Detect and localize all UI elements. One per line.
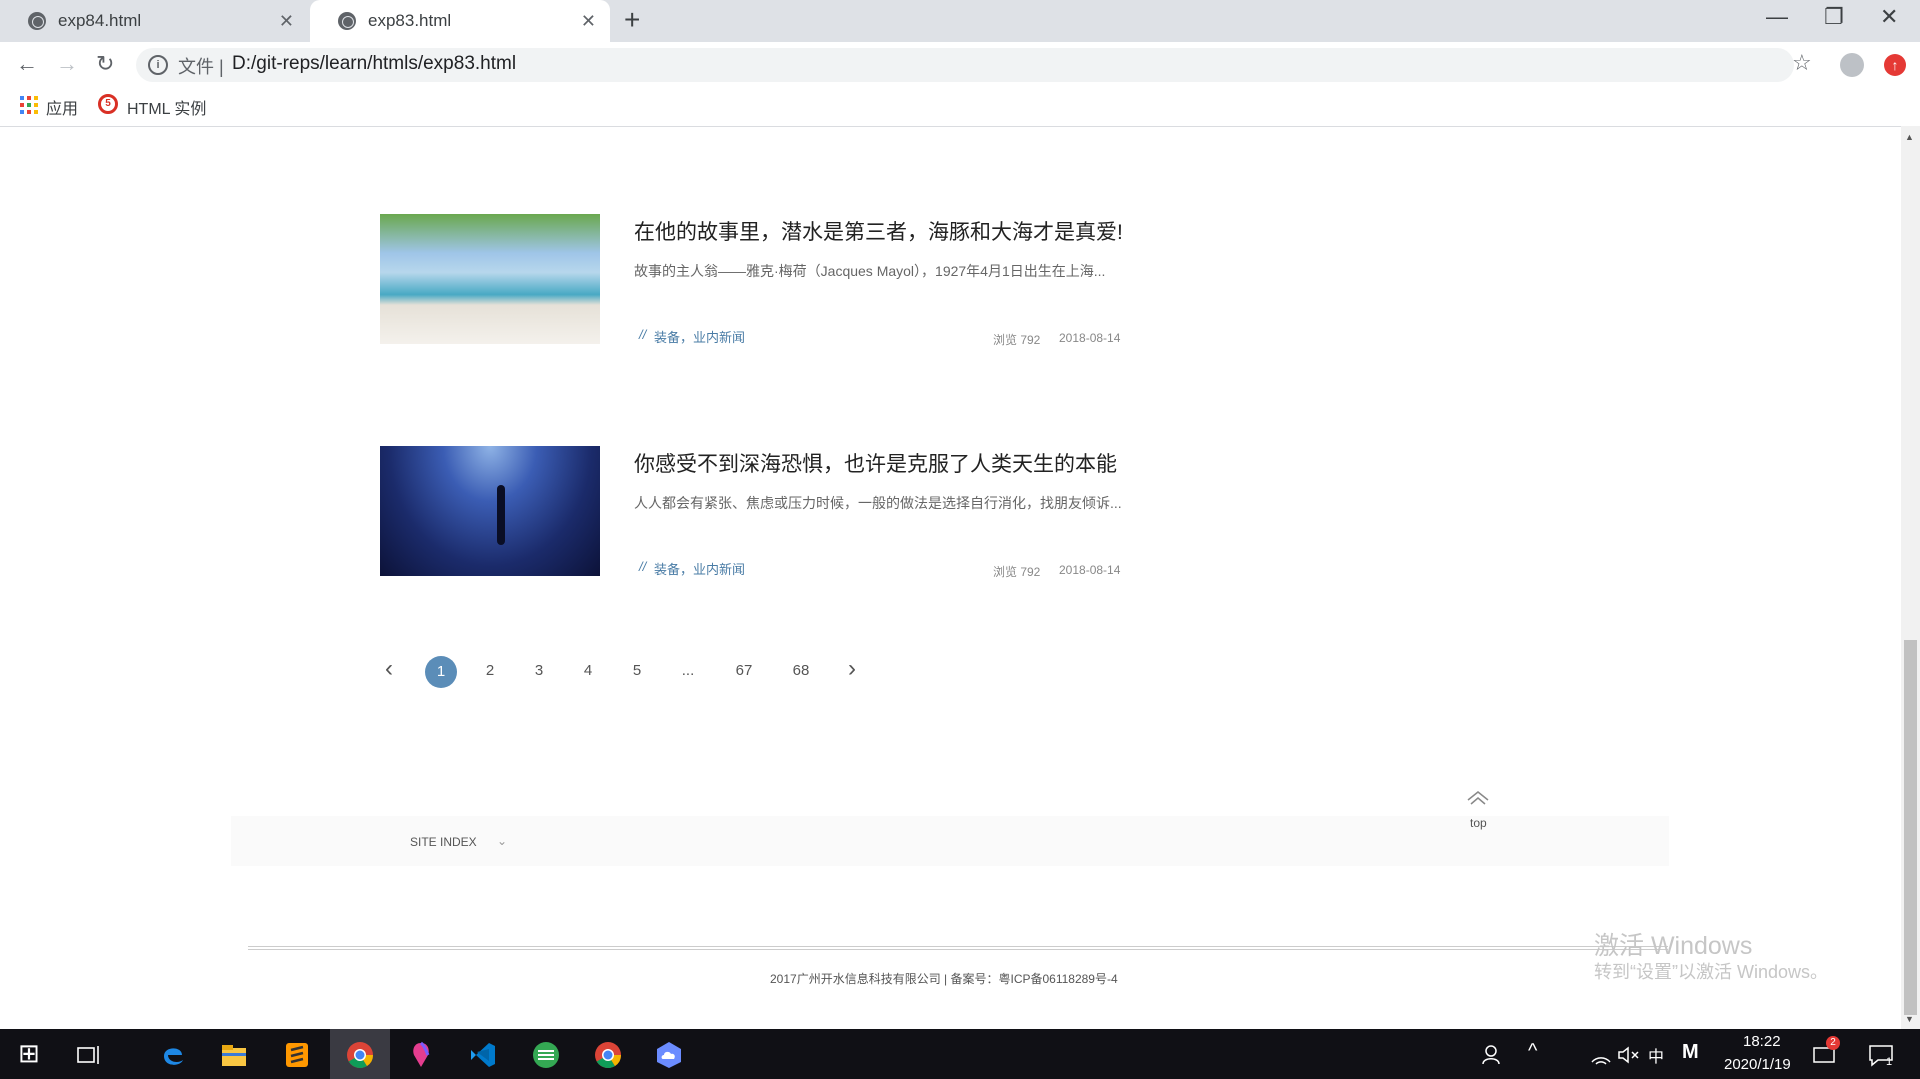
article-thumbnail-diver[interactable]	[380, 446, 600, 576]
bookmarks-bar	[0, 86, 1920, 127]
scroll-up-icon[interactable]: ▲	[1905, 132, 1914, 142]
volume-muted-icon[interactable]	[1614, 1040, 1644, 1070]
apps-grid-icon[interactable]	[20, 96, 38, 114]
chevron-down-icon[interactable]: ⌄	[497, 834, 507, 848]
edge-browser-icon[interactable]	[158, 1040, 188, 1070]
scrollbar-thumb[interactable]	[1904, 640, 1917, 1015]
forward-button[interactable]: →	[56, 51, 78, 77]
minimize-button[interactable]: —	[1766, 4, 1788, 30]
site-index-toggle[interactable]: SITE INDEX	[410, 835, 477, 849]
tab-title: exp83.html	[368, 11, 452, 30]
url-text[interactable]: D:/git-reps/learn/htmls/exp83.html	[232, 53, 516, 75]
clock-date[interactable]: 2020/1/19	[1724, 1056, 1791, 1073]
green-app-icon[interactable]	[531, 1040, 561, 1070]
html-logo-icon: 5	[98, 94, 118, 114]
bookmark-star-icon[interactable]: ☆	[1792, 50, 1812, 76]
file-explorer-icon[interactable]	[219, 1040, 249, 1070]
close-tab-icon[interactable]: ✕	[581, 11, 596, 32]
ime-indicator[interactable]: 中	[1648, 1043, 1664, 1067]
page-link[interactable]: 5	[622, 662, 652, 679]
copyright-text: 2017广州开水信息科技有限公司 | 备案号：粤ICP备06118289号-4	[770, 972, 1118, 986]
footer-divider	[248, 946, 1668, 950]
back-to-top-icon[interactable]	[1466, 790, 1490, 806]
info-icon[interactable]: i	[148, 55, 168, 75]
globe-icon	[28, 12, 46, 30]
scroll-down-icon[interactable]: ▼	[1905, 1014, 1914, 1024]
activation-watermark-subtitle: 转到“设置”以激活 Windows。	[1594, 962, 1829, 982]
page-active[interactable]: 1	[425, 656, 457, 688]
vscode-icon[interactable]	[468, 1040, 498, 1070]
article-tags[interactable]: 装备，业内新闻	[654, 559, 745, 578]
close-tab-icon[interactable]: ✕	[279, 11, 294, 32]
restore-button[interactable]: ❐	[1824, 4, 1844, 30]
article-date: 2018-08-14	[1059, 331, 1121, 345]
article-tags[interactable]: 装备，业内新闻	[654, 327, 745, 346]
article-thumbnail-beach[interactable]	[380, 214, 600, 344]
tag-icon: //	[639, 559, 647, 574]
article-summary: 人人都会有紧张、焦虑或压力时候，一般的做法是选择自行消化，找朋友倾诉...	[634, 495, 1122, 511]
reload-button[interactable]: ↻	[96, 51, 114, 77]
prev-page-icon[interactable]: ‹	[385, 655, 393, 683]
article-views: 浏览 792	[993, 565, 1041, 579]
activation-watermark-title: 激活 Windows	[1594, 932, 1753, 960]
globe-icon	[338, 12, 356, 30]
page-link[interactable]: 4	[573, 662, 603, 679]
cloud-app-icon[interactable]	[654, 1040, 684, 1070]
article-summary: 故事的主人翁——雅克·梅荷（Jacques Mayol），1927年4月1日出生…	[634, 263, 1106, 279]
maps-pin-icon[interactable]	[406, 1040, 436, 1070]
close-window-button[interactable]: ✕	[1880, 4, 1898, 30]
chrome-icon[interactable]	[345, 1040, 375, 1070]
tray-overflow-icon[interactable]: ^	[1528, 1040, 1537, 1063]
task-view-icon[interactable]	[74, 1040, 104, 1070]
article-views: 浏览 792	[993, 333, 1041, 347]
ime-mode-indicator[interactable]: M	[1682, 1041, 1699, 1064]
bookmark-html-examples[interactable]: HTML 实例	[127, 95, 206, 119]
chrome-icon[interactable]	[593, 1040, 623, 1070]
page-ellipsis: ...	[681, 662, 695, 679]
wifi-icon[interactable]	[1586, 1040, 1616, 1070]
tab-exp84[interactable]: exp84.html ✕	[0, 0, 308, 42]
page-link[interactable]: 2	[475, 662, 505, 679]
tab-title: exp84.html	[58, 11, 142, 30]
article-title[interactable]: 在他的故事里，潜水是第三者，海豚和大海才是真爱!	[634, 216, 1123, 246]
next-page-icon[interactable]: ›	[848, 655, 856, 683]
sublime-text-icon[interactable]	[282, 1040, 312, 1070]
back-button[interactable]: ←	[16, 51, 38, 77]
page-link[interactable]: 67	[729, 662, 759, 679]
file-label: 文件 |	[178, 57, 224, 77]
bookmark-apps[interactable]: 应用	[46, 95, 78, 119]
notification-badge: 2	[1826, 1036, 1840, 1050]
article-date: 2018-08-14	[1059, 563, 1121, 577]
tag-icon: //	[639, 327, 647, 342]
clock-time[interactable]: 18:22	[1743, 1033, 1781, 1050]
page-link[interactable]: 3	[524, 662, 554, 679]
people-icon[interactable]	[1478, 1040, 1508, 1070]
windows-start-icon[interactable]: ⊞	[18, 1038, 40, 1069]
profile-avatar[interactable]	[1840, 53, 1864, 77]
new-tab-button[interactable]: +	[624, 4, 640, 36]
page-link[interactable]: 68	[786, 662, 816, 679]
action-center-count: 1	[1886, 1056, 1893, 1068]
tab-exp83[interactable]: exp83.html ✕	[310, 0, 610, 42]
update-icon[interactable]: ↑	[1884, 54, 1906, 76]
diver-silhouette	[497, 485, 505, 545]
article-title[interactable]: 你感受不到深海恐惧，也许是克服了人类天生的本能	[634, 448, 1117, 478]
back-to-top-label[interactable]: top	[1470, 816, 1487, 830]
